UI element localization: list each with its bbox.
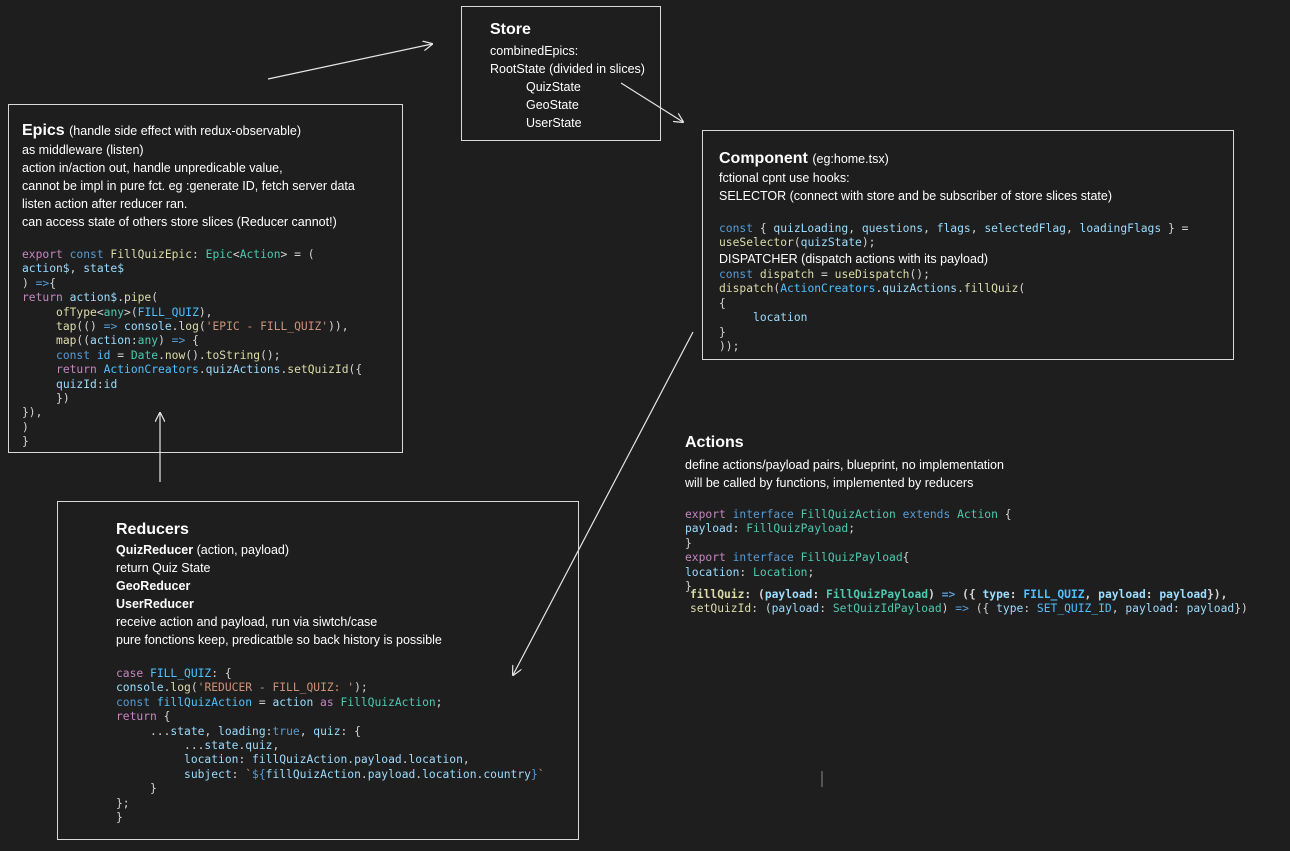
code-line: useSelector(quizState); [719,236,876,250]
store-box: Store combinedEpics: RootState (divided … [461,6,661,141]
epics-line: as middleware (listen) [22,143,144,157]
code-line: }; [116,796,130,810]
code-line: quizId:id [56,377,118,391]
actions-setquizid-code: setQuizId: (payload: SetQuizIdPayload) =… [690,602,1248,616]
code-line: return { [116,710,171,724]
code-line: }), [22,406,43,420]
epics-code: export const FillQuizEpic: Epic<Action> … [22,248,362,450]
reducers-line: receive action and payload, run via siwt… [116,615,378,629]
quiz-reducer-name: QuizReducer [116,543,194,557]
code-line: ofType<any>(FILL_QUIZ), [56,305,213,319]
code-line: dispatch(ActionCreators.quizActions.fill… [719,282,1026,296]
code-line: payload: FillQuizPayload; [685,522,856,536]
store-slice: QuizState [526,80,581,94]
code-line: } [116,782,157,796]
code-line: return ActionCreators.quizActions.setQui… [56,363,363,377]
actions-code: export interface FillQuizAction extends … [685,508,1012,594]
code-line: export interface FillQuizAction extends … [685,508,1012,521]
actions-line: define actions/payload pairs, blueprint,… [685,458,1004,472]
component-title: Component (eg:home.tsx) [719,149,889,169]
reducers-title: Reducers [116,521,189,538]
component-dispatch-code: const dispatch = useDispatch(); dispatch(… [719,268,1025,354]
code-line: } [719,325,726,339]
quiz-reducer-args: (action, payload) [196,543,290,557]
geo-reducer-name: GeoReducer [116,579,191,593]
code-line: } [685,536,692,550]
epics-line: action in/action out, handle unpredicabl… [22,161,283,175]
user-reducer-name: UserReducer [116,597,194,611]
reducers-line: pure fonctions keep, predicatble so back… [116,633,442,647]
component-line: SELECTOR (connect with store and be subs… [719,189,1112,203]
code-line: setQuizId: (payload: SetQuizIdPayload) =… [690,602,1248,615]
component-selector-code: const { quizLoading, questions, flags, s… [719,222,1188,251]
component-title-text: Component [719,150,808,167]
component-dispatcher-label: DISPATCHER (dispatch actions with its pa… [719,252,989,266]
code-line: const fillQuizAction = action as FillQui… [116,695,443,709]
code-line: location: fillQuizAction.payload.locatio… [184,753,470,767]
code-line: const { quizLoading, questions, flags, s… [719,222,1189,235]
code-line: map((action:any) => { [56,334,199,348]
code-line: ) =>{ [22,276,57,290]
code-line: } [22,435,29,449]
epics-subtitle: (handle side effect with redux-observabl… [69,124,301,138]
epics-box: Epics (handle side effect with redux-obs… [8,104,403,453]
code-line: )); [719,340,740,354]
actions-title: Actions [685,434,744,451]
component-line: fctional cpnt use hooks: [719,171,850,185]
code-line: action$, state$ [22,262,125,276]
component-subtitle: (eg:home.tsx) [812,152,889,166]
epics-title-text: Epics [22,122,65,139]
code-line: location [753,311,808,325]
code-line: location: Location; [685,565,815,579]
code-line: ) [22,420,29,434]
reducers-quiz-line: QuizReducer (action, payload) [116,541,442,559]
reducers-description: QuizReducer (action, payload) return Qui… [116,541,442,649]
code-line: subject: `${fillQuizAction.payload.locat… [184,767,545,781]
code-line: const dispatch = useDispatch(); [719,268,930,281]
code-line: export const FillQuizEpic: Epic<Action> … [22,248,315,261]
code-line: ...state, loading:true, quiz: { [116,724,361,738]
actions-fillquiz-code: fillQuiz: (payload: FillQuizPayload) => … [690,588,1227,602]
reducers-box: Reducers QuizReducer (action, payload) r… [57,501,579,840]
code-line: const id = Date.now().toString(); [56,348,281,362]
store-line: combinedEpics: [490,44,579,58]
code-line: ...state.quiz, [116,739,280,753]
code-line: } [116,811,123,825]
code-line: { [719,296,726,310]
component-description: fctional cpnt use hooks: SELECTOR (conne… [719,169,1112,205]
code-line: case FILL_QUIZ: { [116,667,232,680]
code-line: return action$.pipe( [22,291,159,305]
reducers-code: case FILL_QUIZ: {console.log('REDUCER - … [116,667,545,825]
code-line: fillQuiz: (payload: FillQuizPayload) => … [690,588,1228,601]
actions-line: will be called by functions, implemented… [685,476,974,490]
arrow-epics-to-store [267,44,432,80]
epics-description: as middleware (listen) action in/action … [22,141,355,231]
store-line: RootState (divided in slices) [490,62,645,76]
code-line: console.log('REDUCER - FILL_QUIZ: '); [116,681,368,695]
code-line: export interface FillQuizPayload{ [685,551,910,565]
store-slice: UserState [526,116,582,130]
epics-title: Epics (handle side effect with redux-obs… [22,121,301,141]
store-slice: GeoState [526,98,579,112]
epics-line: cannot be impl in pure fct. eg :generate… [22,179,355,193]
epics-line: can access state of others store slices … [22,215,337,229]
epics-line: listen action after reducer ran. [22,197,188,211]
code-line: tap(() => console.log('EPIC - FILL_QUIZ'… [56,320,349,334]
code-line: }) [56,392,70,406]
reducers-return-line: return Quiz State [116,561,211,575]
component-box: Component (eg:home.tsx) fctional cpnt us… [702,130,1234,360]
store-title: Store [490,21,531,38]
actions-section: Actions define actions/payload pairs, bl… [685,433,1285,623]
